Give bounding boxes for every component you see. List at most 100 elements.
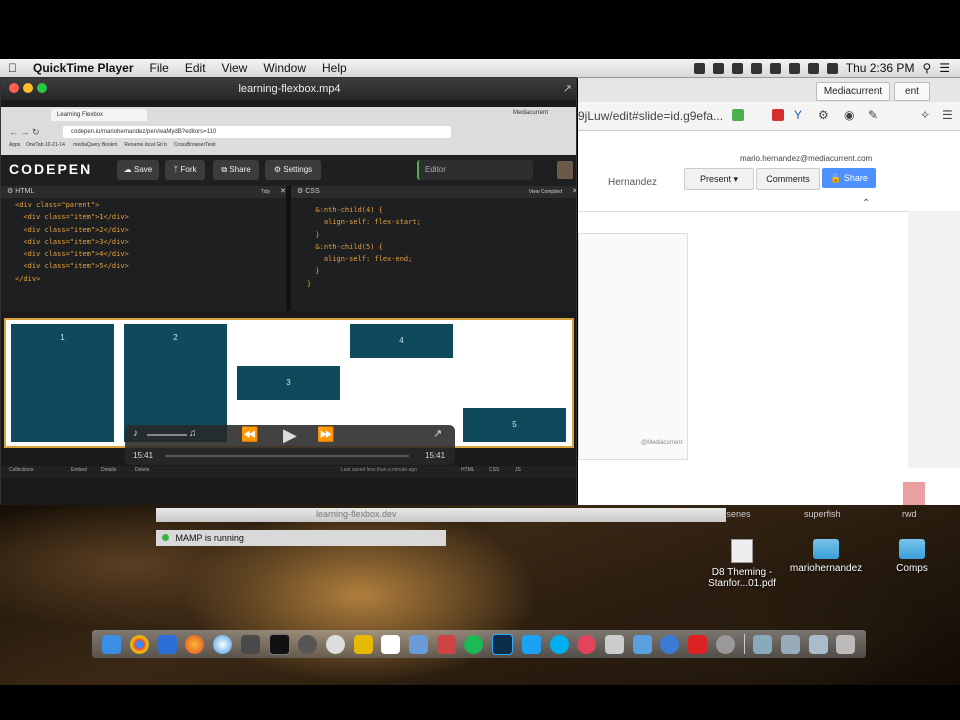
fullscreen-icon[interactable]: ↗: [563, 78, 572, 100]
nav-buttons[interactable]: ← → ↻: [9, 127, 40, 138]
chat-icon[interactable]: [353, 634, 373, 654]
sequel-icon[interactable]: [436, 634, 456, 654]
terminal-icon[interactable]: [268, 633, 290, 655]
photoshop-icon[interactable]: [492, 633, 514, 655]
skype-icon[interactable]: [549, 634, 569, 654]
close-icon[interactable]: [9, 83, 19, 93]
volume-icon[interactable]: [807, 62, 819, 74]
status-icon[interactable]: [712, 62, 724, 74]
volume-high-icon[interactable]: ♫: [189, 428, 197, 439]
desktop-folder[interactable]: Comps: [872, 539, 952, 574]
mamp-icon[interactable]: [298, 634, 318, 654]
minimize-icon[interactable]: [23, 83, 33, 93]
tidy-button[interactable]: Tidy: [261, 186, 270, 198]
bookmark[interactable]: Apps: [9, 142, 20, 148]
extension-icon[interactable]: Y: [794, 108, 802, 122]
share-button[interactable]: 🔒 Share: [822, 168, 876, 188]
sublime-icon[interactable]: [240, 634, 260, 654]
volume-slider[interactable]: [147, 434, 187, 436]
documents-icon[interactable]: [808, 634, 828, 654]
profile-button-partial[interactable]: ent: [894, 82, 930, 101]
details-button[interactable]: Details: [101, 467, 116, 473]
collapse-icon[interactable]: ⌃: [862, 198, 870, 209]
save-button[interactable]: ☁ Save: [117, 160, 159, 180]
present-button[interactable]: Present ▾: [684, 168, 754, 190]
wifi-icon[interactable]: [788, 62, 800, 74]
battery-icon[interactable]: [826, 62, 838, 74]
css-code[interactable]: &:nth-child(4) { align-self: flex-start;…: [307, 204, 421, 290]
collections-button[interactable]: Collections: [9, 467, 33, 473]
airdrop-icon[interactable]: [660, 634, 680, 654]
menu-file[interactable]: File: [142, 59, 177, 77]
share-button[interactable]: ⧉ Share: [213, 160, 259, 180]
html-code[interactable]: <div class="parent"> <div class="item">1…: [15, 199, 129, 285]
gear-icon[interactable]: ⚙: [7, 188, 13, 195]
virtualbox-icon[interactable]: [409, 634, 429, 654]
menu-edit[interactable]: Edit: [177, 59, 214, 77]
codepen-logo[interactable]: CODEPEN: [9, 161, 92, 177]
safari-icon[interactable]: [213, 634, 233, 654]
menubar-clock[interactable]: Thu 2:36 PM: [846, 61, 915, 75]
trash-icon[interactable]: [836, 634, 856, 654]
browser-tab[interactable]: Learning Flexbox: [51, 109, 147, 121]
status-icon[interactable]: [693, 62, 705, 74]
avatar[interactable]: [557, 161, 573, 179]
view-compiled-button[interactable]: View Compiled: [529, 186, 562, 198]
finder-icon[interactable]: [102, 634, 122, 654]
slides-url[interactable]: 9jLuw/edit#slide=id.g9efa...: [578, 107, 728, 125]
gear-icon[interactable]: ⚙: [297, 188, 303, 195]
slack-icon[interactable]: [577, 634, 597, 654]
rewind-icon[interactable]: ⏪: [241, 426, 258, 443]
gear-icon[interactable]: ⚙: [818, 108, 829, 122]
spotify-icon[interactable]: [464, 634, 484, 654]
scrubber[interactable]: [165, 455, 409, 457]
github-icon[interactable]: [325, 634, 345, 654]
settings-icon[interactable]: [715, 634, 735, 654]
browser-profile[interactable]: Mediacurrent: [513, 110, 561, 120]
extension-icon[interactable]: ✧: [920, 108, 930, 122]
applications-icon[interactable]: [780, 634, 800, 654]
embed-button[interactable]: Embed: [71, 467, 87, 473]
time-machine-icon[interactable]: [769, 62, 781, 74]
play-icon[interactable]: ▶: [283, 425, 297, 446]
delete-button[interactable]: Delete: [135, 467, 149, 473]
slide-thumbnail[interactable]: @Mediacurrent: [578, 233, 688, 460]
editor-layout-dropdown[interactable]: Editor: [417, 160, 533, 180]
volume-low-icon[interactable]: ♪: [133, 428, 138, 439]
screenflow-icon[interactable]: [632, 634, 652, 654]
apple-icon[interactable]: : [0, 59, 25, 77]
fork-button[interactable]: ᛉ Fork: [165, 160, 205, 180]
bookmark[interactable]: Rename local Git b: [124, 142, 167, 148]
calendar-icon[interactable]: [381, 634, 401, 654]
mail-icon[interactable]: [157, 634, 177, 654]
account-email[interactable]: mario.hernandez@mediacurrent.com: [740, 154, 872, 163]
browser-url[interactable]: codepen.io/mariohernandez/pen/waMydB?edi…: [63, 126, 451, 138]
menu-view[interactable]: View: [214, 59, 256, 77]
extension-icon[interactable]: [732, 109, 744, 121]
spotlight-icon[interactable]: ⚲: [922, 61, 931, 75]
status-icon[interactable]: [750, 62, 762, 74]
extension-icon[interactable]: ✎: [868, 108, 878, 122]
downloads-icon[interactable]: [753, 634, 773, 654]
notification-center-icon[interactable]: ☰: [939, 61, 950, 75]
footer-tab-html[interactable]: HTML: [461, 467, 475, 473]
fast-forward-icon[interactable]: ⏩: [317, 426, 334, 443]
menu-window[interactable]: Window: [255, 59, 314, 77]
bookmark[interactable]: OneTab 10-21-14: [26, 142, 65, 148]
firefox-icon[interactable]: [185, 634, 205, 654]
close-icon[interactable]: ✕: [572, 186, 576, 198]
chrome-icon[interactable]: [130, 634, 150, 654]
share-icon[interactable]: ↗: [433, 427, 442, 440]
settings-button[interactable]: ⚙ Settings: [265, 160, 321, 180]
camera-icon[interactable]: [731, 62, 743, 74]
twitter-icon[interactable]: [521, 634, 541, 654]
desktop-folder[interactable]: mariohernandez: [786, 539, 866, 574]
quicktime-icon[interactable]: [605, 634, 624, 654]
chrome-menu-icon[interactable]: ☰: [942, 108, 953, 122]
editor-resizer[interactable]: [286, 186, 291, 311]
bookmark[interactable]: mediaQuery Bookm: [73, 142, 117, 148]
adobe-icon[interactable]: [688, 634, 708, 654]
zoom-icon[interactable]: [37, 83, 47, 93]
desktop-file-pdf[interactable]: D8 Theming - Stanfor...01.pdf: [702, 539, 782, 589]
extension-icon[interactable]: [772, 109, 784, 121]
